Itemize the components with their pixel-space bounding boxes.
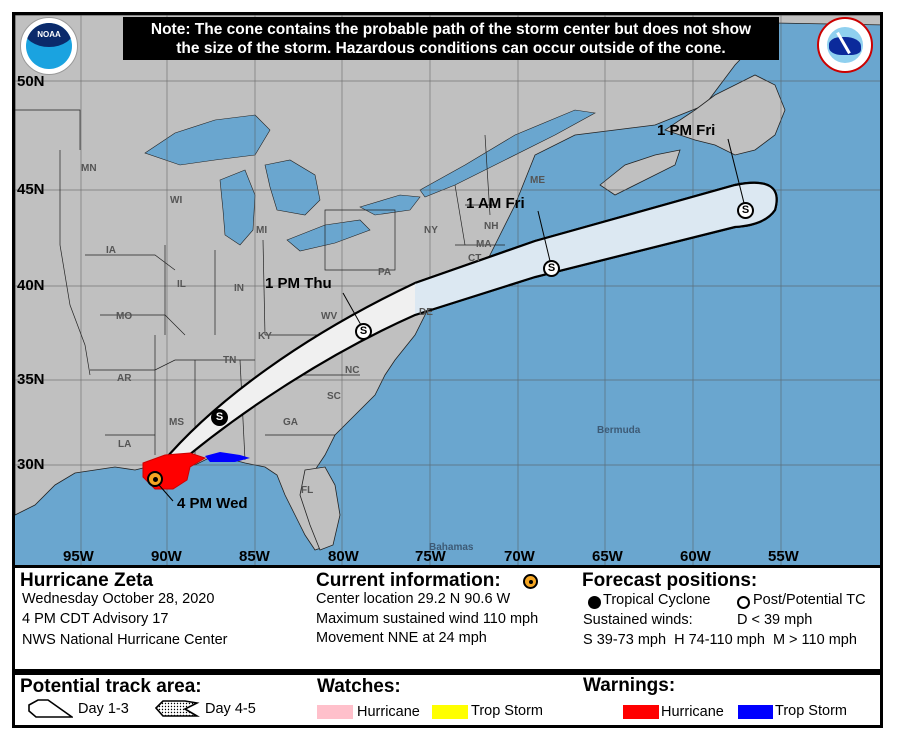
tropical-cyclone-icon xyxy=(588,596,601,609)
lon-label: 95W xyxy=(63,548,94,565)
noaa-text: NOAA xyxy=(37,30,61,39)
tropical-cyclone-label: Tropical Cyclone xyxy=(603,592,711,608)
state-label: CT xyxy=(468,253,482,264)
state-label: NC xyxy=(345,365,360,376)
forecast-positions-title: Forecast positions: xyxy=(582,570,758,591)
post-tc-label: Post/Potential TC xyxy=(753,592,866,608)
state-label: DE xyxy=(419,307,433,318)
lon-label: 85W xyxy=(239,548,270,565)
forecast-cone-map: S S S S 4 PM Wed 1 PM Thu 1 AM Fri 1 PM … xyxy=(12,12,883,568)
state-label: WV xyxy=(321,311,338,322)
forecast-point-tropical[interactable]: S xyxy=(211,409,228,426)
advisory-date: Wednesday October 28, 2020 xyxy=(22,591,215,607)
d-wind-range: D < 39 mph xyxy=(737,612,813,628)
legend-panel: Potential track area: Day 1-3 Day 4-5 Wa… xyxy=(12,672,883,728)
day45-cone-icon xyxy=(155,700,200,717)
current-position-icon xyxy=(523,574,538,589)
storm-movement: Movement NNE at 24 mph xyxy=(316,630,487,646)
lon-label: 90W xyxy=(151,548,182,565)
watches-title: Watches: xyxy=(317,676,401,697)
day13-label: Day 1-3 xyxy=(78,701,129,717)
forecast-point-fri-am[interactable]: S xyxy=(543,260,560,277)
sustained-winds-label: Sustained winds: xyxy=(583,612,693,628)
state-label: ME xyxy=(530,175,545,186)
lat-label: 45N xyxy=(17,181,45,198)
max-sustained-wind: Maximum sustained wind 110 mph xyxy=(316,611,539,627)
lon-label: 80W xyxy=(328,548,359,565)
lon-label: 60W xyxy=(680,548,711,565)
bermuda-label: Bermuda xyxy=(597,425,641,436)
watch-hurricane-label: Hurricane xyxy=(357,704,420,720)
track-label-fri-pm: 1 PM Fri xyxy=(657,122,716,139)
lat-label: 50N xyxy=(17,73,45,90)
state-label: IN xyxy=(234,283,244,294)
note-line-2: the size of the storm. Hazardous conditi… xyxy=(176,40,726,57)
state-label: IL xyxy=(177,279,186,290)
lat-label: 30N xyxy=(17,456,45,473)
state-label: AR xyxy=(117,373,132,384)
warn-ts-swatch xyxy=(738,705,773,719)
current-info-title: Current information: xyxy=(316,570,501,591)
post-tc-icon xyxy=(737,596,750,609)
note-line-1: Note: The cone contains the probable pat… xyxy=(150,21,752,38)
state-label: LA xyxy=(118,439,132,450)
state-label: NY xyxy=(424,225,438,236)
track-area-title: Potential track area: xyxy=(20,676,202,697)
watch-hurricane-swatch xyxy=(317,705,353,719)
state-label: FL xyxy=(301,485,314,496)
lon-label: 65W xyxy=(592,548,623,565)
watch-ts-swatch xyxy=(432,705,468,719)
issuing-agency: NWS National Hurricane Center xyxy=(22,632,228,648)
s-h-m-wind-ranges: S 39-73 mph H 74-110 mph M > 110 mph xyxy=(583,632,857,648)
state-label: MN xyxy=(81,163,97,174)
state-label: MS xyxy=(169,417,184,428)
state-label: TN xyxy=(223,355,237,366)
current-position-marker[interactable] xyxy=(147,471,163,487)
forecast-point-fri-pm[interactable]: S xyxy=(737,202,754,219)
day45-label: Day 4-5 xyxy=(205,701,256,717)
advisory-number: 4 PM CDT Advisory 17 xyxy=(22,611,169,627)
warn-ts-label: Trop Storm xyxy=(775,703,847,719)
info-panel: Hurricane Zeta Wednesday October 28, 202… xyxy=(12,568,883,672)
warn-hurricane-label: Hurricane xyxy=(661,704,724,720)
state-label: GA xyxy=(283,417,298,428)
forecast-point-thu[interactable]: S xyxy=(355,323,372,340)
noaa-logo: NOAA xyxy=(20,17,78,75)
storm-name: Hurricane Zeta xyxy=(20,570,154,591)
state-label: MI xyxy=(256,225,268,236)
track-label-current: 4 PM Wed xyxy=(177,495,248,512)
warnings-title: Warnings: xyxy=(583,675,676,696)
state-label: PA xyxy=(378,267,392,278)
center-location: Center location 29.2 N 90.6 W xyxy=(316,591,511,607)
lon-label: 55W xyxy=(768,548,799,565)
state-label: IA xyxy=(106,245,116,256)
warn-hurricane-swatch xyxy=(623,705,659,719)
lon-label: 70W xyxy=(504,548,535,565)
state-label: KY xyxy=(258,331,272,342)
lon-label: 75W xyxy=(415,548,446,565)
watch-ts-label: Trop Storm xyxy=(471,703,543,719)
state-label: MO xyxy=(116,311,133,322)
track-label-thu: 1 PM Thu xyxy=(265,275,332,292)
track-label-fri-am: 1 AM Fri xyxy=(466,195,525,212)
lat-label: 40N xyxy=(17,277,45,294)
day13-cone-icon xyxy=(28,699,73,718)
cone-disclaimer-note: Note: The cone contains the probable pat… xyxy=(123,17,779,60)
lat-label: 35N xyxy=(17,371,45,388)
state-label: MA xyxy=(476,239,492,250)
state-label: WI xyxy=(170,195,183,206)
map-canvas xyxy=(15,15,880,565)
state-label: SC xyxy=(327,391,341,402)
state-label: NH xyxy=(484,221,499,232)
nws-logo xyxy=(817,17,873,73)
